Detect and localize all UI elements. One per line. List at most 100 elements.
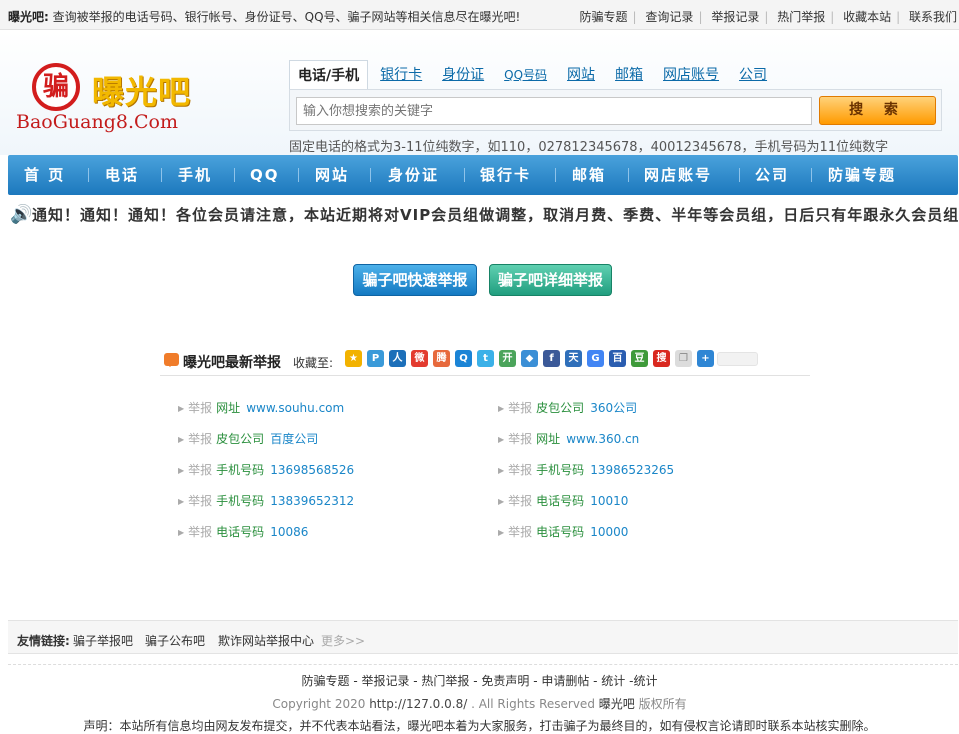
top-link-report-records[interactable]: 举报记录 [711, 10, 759, 24]
nav-mobile[interactable]: 手机 [178, 155, 212, 195]
copyright-host[interactable]: http://127.0.0.8/ [369, 697, 467, 711]
speaker-icon: 🔊 [10, 204, 33, 225]
report-value[interactable]: 13986523265 [590, 463, 674, 477]
report-kind: 电话号码 [536, 494, 585, 508]
list-item[interactable]: ▶ 举报 皮包公司 360公司 [498, 399, 637, 417]
top-link-contact[interactable]: 联系我们 [909, 10, 957, 24]
nav-shop-account[interactable]: 网店账号 [644, 155, 712, 195]
list-item[interactable]: ▶ 举报 手机号码 13698568526 [178, 461, 354, 479]
twitter-icon[interactable]: t [477, 350, 494, 367]
friend-link[interactable]: 骗子公布吧 [145, 632, 205, 649]
top-link-hot-reports[interactable]: 热门举报 [777, 10, 825, 24]
list-item[interactable]: ▶ 举报 电话号码 10000 [498, 523, 628, 541]
nav-divider [161, 168, 162, 182]
nav-company[interactable]: 公司 [755, 155, 789, 195]
nav-bank-card[interactable]: 银行卡 [480, 155, 531, 195]
list-item[interactable]: ▶ 举报 手机号码 13839652312 [178, 492, 354, 510]
top-links: 防骗专题 | 查询记录 | 举报记录 | 热门举报 | 收藏本站 | 联系我们 [580, 8, 957, 25]
copyright-rights: . All Rights Reserved [471, 697, 595, 711]
nav-id-card[interactable]: 身份证 [388, 155, 439, 195]
copyright: Copyright 2020 http://127.0.0.8/ . All R… [0, 695, 959, 712]
list-item[interactable]: ▶ 举报 电话号码 10010 [498, 492, 628, 510]
separator: | [698, 10, 703, 24]
detail-report-button[interactable]: 骗子吧详细举报 [489, 264, 612, 296]
tab-id-card[interactable]: 身份证 [434, 60, 492, 89]
report-value[interactable]: www.360.cn [566, 432, 639, 446]
notice-text: 通知！通知！通知！各位会员请注意，本站近期将对VIP会员组做调整，取消月费、季费… [32, 206, 959, 224]
tianya-icon[interactable]: 天 [565, 350, 582, 367]
douban-share-icon[interactable]: ◆ [521, 350, 538, 367]
notice-marquee: 🔊通知！通知！通知！各位会员请注意，本站近期将对VIP会员组做调整，取消月费、季… [10, 204, 959, 228]
nav-qq[interactable]: QQ [250, 155, 280, 195]
tab-bank-card[interactable]: 银行卡 [372, 60, 430, 89]
report-value[interactable]: 10000 [590, 525, 628, 539]
nav-phone[interactable]: 电话 [105, 155, 139, 195]
tab-company[interactable]: 公司 [731, 60, 775, 89]
list-item[interactable]: ▶ 举报 网址 www.souhu.com [178, 399, 344, 417]
site-intro: 曝光吧: 查询被举报的电话号码、银行帐号、身份证号、QQ号、骗子网站等相关信息尽… [8, 8, 520, 25]
search-button[interactable]: 搜 索 [819, 96, 936, 125]
list-item[interactable]: ▶ 举报 电话号码 10086 [178, 523, 308, 541]
nav-home[interactable]: 首 页 [24, 155, 65, 195]
footer-links[interactable]: 防骗专题 - 举报记录 - 热门举报 - 免责声明 - 申请删帖 - 统计 -统… [0, 672, 959, 689]
friend-link[interactable]: 骗子举报吧 [73, 632, 133, 649]
report-tag: 举报 [508, 432, 533, 446]
top-link-anti-fraud[interactable]: 防骗专题 [580, 10, 628, 24]
tab-phone[interactable]: 电话/手机 [289, 60, 369, 90]
copy-icon[interactable]: ❐ [675, 350, 692, 367]
friend-links-more[interactable]: 更多>> [321, 632, 365, 649]
baidu-icon[interactable]: 百 [609, 350, 626, 367]
friend-links-label: 友情链接: [17, 634, 70, 648]
nav-divider [811, 168, 812, 182]
list-item[interactable]: ▶ 举报 皮包公司 百度公司 [178, 430, 318, 448]
tab-website[interactable]: 网站 [559, 60, 603, 89]
logo-name: 曝光吧 [92, 73, 192, 111]
tab-qq[interactable]: QQ号码 [496, 60, 555, 89]
sohu-icon[interactable]: 搜 [653, 350, 670, 367]
report-kind: 手机号码 [536, 463, 585, 477]
list-item[interactable]: ▶ 举报 网址 www.360.cn [498, 430, 639, 448]
nav-anti-fraud[interactable]: 防骗专题 [828, 155, 896, 195]
nav-divider [298, 168, 299, 182]
report-tag: 举报 [188, 494, 213, 508]
tab-shop-account[interactable]: 网店账号 [655, 60, 727, 89]
nav-divider [370, 168, 371, 182]
report-value[interactable]: 10010 [590, 494, 628, 508]
search-tabs: 电话/手机 银行卡 身份证 QQ号码 网站 邮箱 网店账号 公司 [289, 60, 779, 90]
qq-friend-icon[interactable]: Q [455, 350, 472, 367]
more-share-icon[interactable]: + [697, 350, 714, 367]
arrow-right-icon: ▶ [178, 435, 185, 444]
renren-icon[interactable]: 人 [389, 350, 406, 367]
search-input[interactable] [296, 97, 812, 125]
copyright-brand: 曝光吧 [598, 697, 635, 711]
report-value[interactable]: www.souhu.com [246, 401, 344, 415]
top-link-query-records[interactable]: 查询记录 [645, 10, 693, 24]
nav-website[interactable]: 网站 [315, 155, 349, 195]
nav-email[interactable]: 邮箱 [572, 155, 606, 195]
chat-bubble-icon [164, 353, 179, 367]
friend-link[interactable]: 欺诈网站举报中心 [218, 632, 314, 649]
tab-email[interactable]: 邮箱 [607, 60, 651, 89]
separator: | [632, 10, 637, 24]
report-value[interactable]: 百度公司 [270, 432, 318, 446]
kaixin-icon[interactable]: 开 [499, 350, 516, 367]
weibo-icon[interactable]: 微 [411, 350, 428, 367]
qzone-icon[interactable]: ★ [345, 350, 362, 367]
douban-icon[interactable]: 豆 [631, 350, 648, 367]
facebook-icon[interactable]: f [543, 350, 560, 367]
report-value[interactable]: 13698568526 [270, 463, 354, 477]
top-link-bookmark[interactable]: 收藏本站 [843, 10, 891, 24]
arrow-right-icon: ▶ [498, 404, 505, 413]
report-value[interactable]: 360公司 [590, 401, 637, 415]
nav-divider [88, 168, 89, 182]
report-value[interactable]: 13839652312 [270, 494, 354, 508]
list-item[interactable]: ▶ 举报 手机号码 13986523265 [498, 461, 674, 479]
google-icon[interactable]: G [587, 350, 604, 367]
nav-divider [739, 168, 740, 182]
pengyou-icon[interactable]: P [367, 350, 384, 367]
main-nav: 首 页 电话 手机 QQ 网站 身份证 银行卡 邮箱 网店账号 公司 防骗专题 [8, 155, 958, 195]
tencent-weibo-icon[interactable]: 腾 [433, 350, 450, 367]
report-value[interactable]: 10086 [270, 525, 308, 539]
site-logo[interactable]: 骗 曝光吧 BaoGuang8.Com [16, 63, 216, 133]
quick-report-button[interactable]: 骗子吧快速举报 [353, 264, 477, 296]
